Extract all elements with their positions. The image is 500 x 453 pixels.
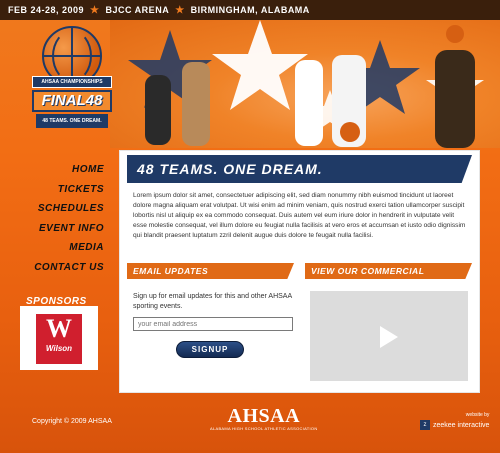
- copyright: Copyright © 2009 AHSAA: [32, 418, 112, 425]
- event-date: FEB 24-28, 2009: [8, 5, 85, 15]
- nav-schedules[interactable]: SCHEDULES: [34, 203, 104, 214]
- player-silhouette: [145, 75, 171, 145]
- signup-description: Sign up for email updates for this and o…: [133, 293, 292, 310]
- hero-stars: [128, 20, 484, 148]
- event-venue: BJCC ARENA: [105, 5, 170, 15]
- main-nav: HOME TICKETS SCHEDULES EVENT INFO MEDIA …: [34, 164, 104, 281]
- player-silhouette: [295, 60, 323, 146]
- star-icon: ★: [90, 4, 100, 16]
- nav-contact-us[interactable]: CONTACT US: [34, 262, 104, 273]
- intro-paragraph: Lorem ipsum dolor sit amet, consectetuer…: [133, 192, 466, 239]
- ahsaa-wordmark: AHSAA: [227, 405, 301, 427]
- email-input[interactable]: [133, 317, 293, 331]
- event-info-bar: FEB 24-28, 2009 ★ BJCC ARENA ★ BIRMINGHA…: [0, 0, 500, 20]
- commercial-video-player[interactable]: [310, 291, 468, 381]
- ahsaa-logo[interactable]: AHSAA ALABAMA HIGH SCHOOL ATHLETIC ASSOC…: [210, 406, 318, 431]
- ahsaa-full-name: ALABAMA HIGH SCHOOL ATHLETIC ASSOCIATION: [210, 426, 318, 431]
- player-silhouette: [182, 62, 210, 146]
- hero-banner: [110, 20, 500, 148]
- play-icon[interactable]: [380, 326, 398, 348]
- event-city: BIRMINGHAM, ALABAMA: [190, 5, 310, 15]
- basketball-shape: [340, 122, 360, 142]
- email-updates-heading: EMAIL UPDATES: [127, 263, 294, 279]
- nav-event-info[interactable]: EVENT INFO: [34, 223, 104, 234]
- sponsor-logo-box[interactable]: W Wilson: [20, 306, 98, 370]
- page: FEB 24-28, 2009 ★ BJCC ARENA ★ BIRMINGHA…: [0, 0, 500, 453]
- star-shape: [212, 20, 308, 110]
- zeekee-icon: z: [420, 420, 430, 430]
- credit-label: website by: [465, 412, 490, 418]
- nav-home[interactable]: HOME: [34, 164, 104, 175]
- wilson-w-glyph: W: [46, 314, 72, 343]
- logo-championship-band: AHSAA CHAMPIONSHIPS: [32, 76, 112, 88]
- player-silhouette: [435, 50, 475, 148]
- wilson-wordmark: Wilson: [45, 344, 73, 353]
- page-headline: 48 TEAMS. ONE DREAM.: [127, 155, 472, 183]
- final48-logo[interactable]: AHSAA CHAMPIONSHIPS FINAL48 48 TEAMS. ON…: [32, 26, 112, 148]
- commercial-heading: VIEW OUR COMMERCIAL: [305, 263, 472, 279]
- site-credit[interactable]: website by z zeekee interactive: [420, 412, 489, 430]
- wilson-logo: W Wilson: [36, 314, 82, 364]
- nav-tickets[interactable]: TICKETS: [34, 184, 104, 195]
- basketball-shape: [446, 25, 464, 43]
- logo-tagline: 48 TEAMS. ONE DREAM.: [36, 114, 108, 128]
- nav-media[interactable]: MEDIA: [34, 242, 104, 253]
- signup-button[interactable]: SIGNUP: [176, 341, 244, 358]
- logo-title: FINAL48: [32, 90, 112, 112]
- credit-name: zeekee interactive: [433, 421, 490, 429]
- star-icon: ★: [175, 4, 185, 16]
